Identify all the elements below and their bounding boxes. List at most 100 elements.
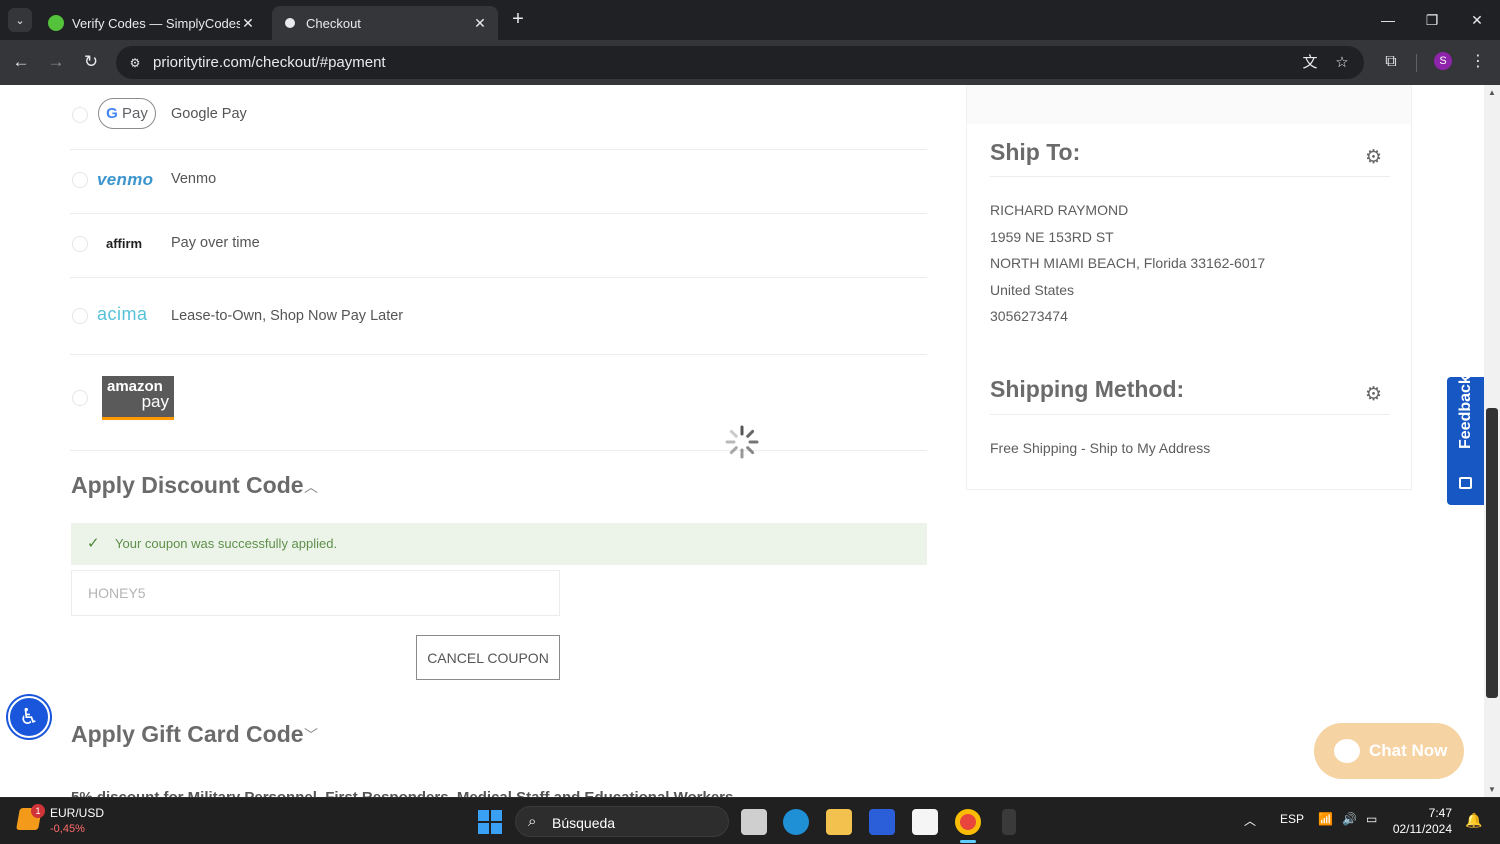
notification-bell-icon[interactable]: 🔔 [1465, 812, 1482, 829]
payment-label: Venmo [171, 171, 217, 187]
ticker-name[interactable]: EUR/USD [50, 806, 104, 820]
card-header-strip [967, 85, 1411, 124]
close-tab-icon[interactable]: ✕ [472, 15, 488, 32]
prioritytire-favicon-icon [282, 15, 298, 31]
address-name: RICHARD RAYMOND [990, 202, 1129, 218]
back-icon[interactable]: ← [9, 50, 33, 74]
minimize-icon[interactable]: — [1376, 8, 1400, 32]
address-bar[interactable]: ⚙ prioritytire.com/checkout/#payment 文 ☆ [116, 46, 1364, 79]
windows-start-icon[interactable] [478, 810, 502, 834]
chevron-up-tray-icon[interactable]: ︿ [1244, 812, 1256, 829]
feedback-tab[interactable]: Feedback [1447, 375, 1484, 505]
time: 7:47 [1428, 806, 1452, 820]
chat-label: Chat Now [1369, 741, 1448, 760]
toolbar-divider [1416, 54, 1417, 72]
close-tab-icon[interactable]: ✕ [240, 15, 256, 32]
page-scrollbar[interactable]: ▲ ▼ [1484, 85, 1500, 797]
venmo-logo: venmo [97, 170, 154, 189]
tab-search-button[interactable]: ⌄ [8, 8, 32, 32]
order-summary-card: Ship To: ⚙ RICHARD RAYMOND 1959 NE 153RD… [966, 85, 1412, 490]
file-explorer-icon[interactable] [826, 809, 852, 835]
notification-badge: 1 [31, 804, 45, 818]
date: 02/11/2024 [1392, 822, 1452, 836]
google-pay-logo: G Pay [98, 98, 156, 129]
scroll-down-icon[interactable]: ▼ [1487, 785, 1497, 794]
shipping-method-title: Shipping Method: [990, 376, 1185, 402]
edit-ship-to-gear-icon[interactable]: ⚙ [1365, 146, 1382, 169]
loading-spinner-icon [725, 425, 759, 459]
address-toolbar: ← → ↻ ⚙ prioritytire.com/checkout/#payme… [0, 40, 1500, 85]
battery-icon[interactable]: ▭ [1366, 812, 1377, 826]
gift-card-section-title[interactable]: Apply Gift Card Code [71, 721, 304, 748]
scroll-up-icon[interactable]: ▲ [1487, 88, 1497, 97]
radio-button[interactable] [72, 308, 88, 324]
payment-option-affirm[interactable]: affirm Pay over time [70, 214, 927, 278]
coupon-code-input[interactable] [71, 570, 560, 616]
radio-button[interactable] [72, 107, 88, 123]
chevron-down-icon[interactable]: ﹀ [304, 725, 318, 745]
taskbar-search[interactable]: ⌕ Búsqueda [515, 806, 729, 837]
app-icon[interactable] [1002, 809, 1016, 835]
volume-icon[interactable]: 🔊 [1342, 812, 1357, 826]
divider [990, 414, 1390, 415]
app-icon[interactable] [869, 809, 895, 835]
edge-browser-icon[interactable] [783, 809, 809, 835]
affirm-logo: affirm [106, 236, 143, 251]
tab-strip: ⌄ Verify Codes — SimplyCodes ✕ Checkout … [0, 0, 1500, 40]
task-view-icon[interactable] [741, 809, 767, 835]
payment-option-amazon-pay[interactable]: amazon pay [70, 355, 927, 451]
new-tab-button[interactable]: + [508, 9, 528, 29]
radio-button[interactable] [72, 172, 88, 188]
search-icon: ⌕ [528, 813, 537, 830]
feedback-label: Feedback [1457, 375, 1474, 449]
ticker-change: -0,45% [50, 823, 85, 835]
payment-option-venmo[interactable]: venmo Venmo [70, 150, 927, 214]
search-placeholder: Búsqueda [552, 815, 616, 831]
edit-shipping-gear-icon[interactable]: ⚙ [1365, 383, 1382, 406]
translate-icon[interactable]: 文 [1299, 52, 1321, 74]
coupon-success-alert: ✓ Your coupon was successfully applied. [71, 523, 927, 565]
language-indicator[interactable]: ESP [1280, 812, 1304, 826]
tab-checkout[interactable]: Checkout ✕ [272, 6, 498, 40]
discount-eligibility-heading: 5% discount for Military Personnel, Firs… [71, 789, 733, 797]
chevron-up-icon[interactable]: ︿ [304, 477, 318, 497]
payment-option-acima[interactable]: acima Lease-to-Own, Shop Now Pay Later [70, 278, 927, 355]
payment-label: Pay over time [171, 235, 260, 251]
address-city: NORTH MIAMI BEACH, Florida 33162-6017 [990, 255, 1266, 271]
forward-icon[interactable]: → [44, 50, 68, 74]
address-street: 1959 NE 153RD ST [990, 229, 1114, 245]
feedback-icon [1459, 477, 1472, 489]
success-message: Your coupon was successfully applied. [115, 536, 338, 551]
restore-icon[interactable]: ❐ [1420, 8, 1444, 32]
chat-now-button[interactable]: Chat Now [1314, 723, 1464, 779]
chrome-icon[interactable] [955, 809, 981, 835]
profile-avatar[interactable]: S [1434, 52, 1452, 70]
ship-to-title: Ship To: [990, 139, 1081, 165]
radio-button[interactable] [72, 236, 88, 252]
accessibility-icon[interactable]: ♿ [8, 696, 50, 738]
site-info-icon[interactable]: ⚙ [126, 54, 144, 72]
tab-title: Checkout [306, 15, 361, 31]
payment-option-google-pay[interactable]: G Pay Google Pay [70, 85, 927, 150]
bookmark-star-icon[interactable]: ☆ [1331, 52, 1353, 74]
scrollbar-thumb[interactable] [1486, 408, 1498, 698]
check-icon: ✓ [87, 535, 100, 552]
wifi-icon[interactable]: 📶 [1318, 812, 1333, 826]
menu-kebab-icon[interactable]: ⋮ [1467, 51, 1489, 73]
extensions-icon[interactable]: ⧉ [1380, 51, 1402, 73]
url-text[interactable]: prioritytire.com/checkout/#payment [153, 54, 386, 71]
address-phone: 3056273474 [990, 308, 1068, 324]
clock[interactable]: 7:47 02/11/2024 [1390, 805, 1452, 837]
discount-section-title[interactable]: Apply Discount Code [71, 472, 304, 499]
acima-logo: acima [97, 304, 148, 324]
radio-button[interactable] [72, 390, 88, 406]
address-country: United States [990, 282, 1075, 298]
cancel-coupon-button[interactable]: CANCEL COUPON [416, 635, 560, 680]
microsoft-store-icon[interactable] [912, 809, 938, 835]
tab-verify-codes[interactable]: Verify Codes — SimplyCodes ✕ [38, 6, 266, 40]
reload-icon[interactable]: ↻ [79, 50, 103, 74]
close-window-icon[interactable]: ✕ [1465, 8, 1489, 32]
active-app-indicator [960, 840, 976, 843]
divider [990, 176, 1390, 177]
tab-title: Verify Codes — SimplyCodes [72, 15, 240, 31]
